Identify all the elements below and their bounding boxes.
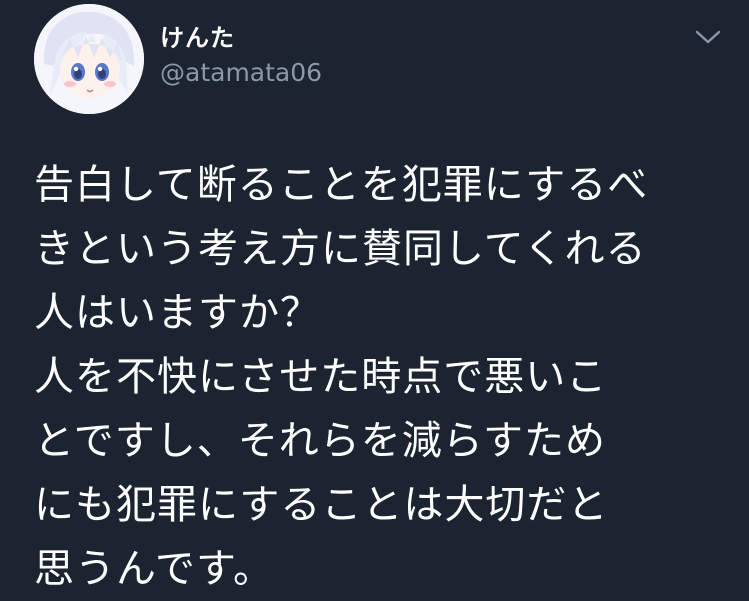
- tweet-text-line: 告白して断ることを犯罪にするべ: [34, 162, 649, 208]
- anime-avatar-image: [34, 4, 144, 114]
- tweet-text-line: にも犯罪にすることは大切だと: [34, 482, 609, 528]
- chevron-down-icon: [695, 30, 721, 44]
- tweet-text-line: とですし、それらを減らすため: [34, 418, 606, 464]
- user-handle[interactable]: @atamata06: [160, 58, 322, 87]
- tweet-menu-button[interactable]: [694, 27, 722, 47]
- tweet-text: 告白して断ることを犯罪にするべ きという考え方に賛同してくれる 人はいますか？ …: [34, 153, 744, 601]
- tweet-text-line: 人を不快にさせた時点で悪いこ: [34, 354, 608, 400]
- avatar[interactable]: [34, 4, 144, 114]
- tweet-text-line: 人はいますか？: [34, 290, 321, 336]
- display-name[interactable]: けんた: [160, 18, 235, 53]
- tweet-card: けんた @atamata06 告白して断ることを犯罪にするべ きという考え方に賛…: [0, 0, 749, 601]
- tweet-text-line: 思うんです。: [34, 546, 274, 592]
- tweet-text-line: きという考え方に賛同してくれる: [34, 226, 647, 272]
